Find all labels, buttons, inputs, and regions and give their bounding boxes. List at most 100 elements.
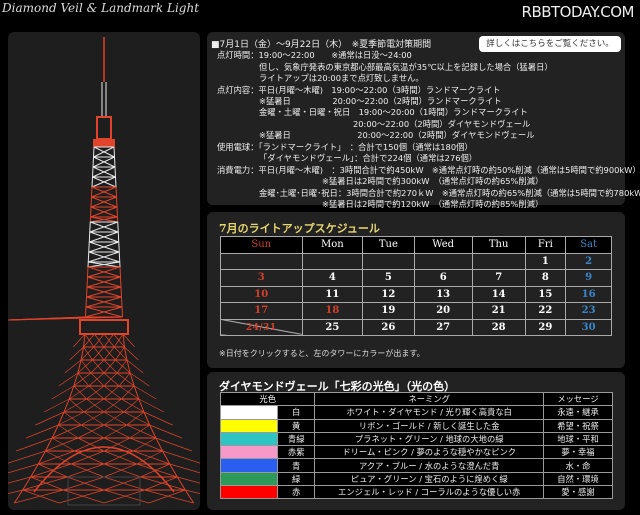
calendar-day[interactable]: 16 [565, 285, 612, 303]
tower-strut [58, 372, 79, 387]
calendar-day[interactable]: 8 [524, 269, 567, 287]
color-naming: エンジェル・レッド / コーラルのような優しい赤 [314, 485, 544, 500]
tower-strut [58, 424, 79, 439]
calendar-day-split-label[interactable]: 24/31 [246, 323, 277, 333]
tower-strut [51, 424, 82, 439]
tower-strut [91, 186, 93, 198]
tower-strut [148, 489, 186, 504]
tower-strut [63, 398, 87, 413]
calendar-day [471, 252, 526, 270]
tower-strut [115, 346, 125, 361]
tower-strut [51, 437, 75, 452]
calendar-day[interactable]: 5 [362, 269, 415, 287]
tower-strut [117, 221, 119, 233]
tower-arch [33, 446, 175, 493]
tower-strut [118, 241, 120, 253]
site-logo[interactable]: RBBTODAY.COM [522, 3, 635, 21]
calendar-day[interactable]: 25 [301, 318, 364, 336]
tower-strut [118, 372, 131, 387]
details-button[interactable]: 詳しくはこちらをご覧ください。 [479, 36, 621, 52]
tower-strut [89, 221, 91, 233]
tower-strut [45, 450, 72, 465]
calendar-day[interactable]: 29 [524, 318, 567, 336]
calendar-day[interactable]: 12 [362, 285, 415, 303]
tower-strut [73, 333, 86, 348]
calendar-day[interactable]: 7 [471, 269, 526, 287]
calendar-week: 24/31 25 26 27 28 29 30 [220, 318, 612, 336]
calendar-note: ※日付をクリックすると、左のタワーにカラーが出ます。 [219, 349, 425, 358]
tower-strut [114, 156, 116, 168]
calendar-day[interactable]: 20 [413, 302, 473, 320]
calendar-day[interactable]: 1 [524, 252, 567, 270]
tower-strut [69, 385, 90, 400]
calendar-day[interactable]: 27 [413, 318, 473, 336]
header-message: メッセージ [543, 391, 613, 407]
color-row: 赤紫 ドリーム・ピンク / 夢のような穏やかなピンク 夢・幸福 [220, 445, 613, 460]
tower-strut [90, 196, 92, 208]
calendar-day[interactable]: 4 [301, 269, 364, 287]
tower-main-deck [79, 319, 129, 335]
tower-strut [136, 450, 163, 465]
info-line: ※猛暑日は2時間で約120kW （通常点灯時の約85%削減） [322, 199, 544, 209]
tower-top-deck [93, 139, 115, 147]
calendar-day[interactable]: 11 [301, 285, 364, 303]
tower-strut [144, 476, 178, 491]
tower-strut [117, 231, 120, 243]
tower-strut [73, 372, 92, 387]
color-swatch [220, 458, 278, 473]
color-name: 青緑 [276, 431, 316, 447]
color-message: 地球・平和 [543, 431, 613, 447]
tower-strut [121, 306, 123, 318]
tower-strut [93, 146, 95, 158]
tower-strut [122, 333, 125, 348]
tower-strut [126, 411, 145, 426]
tower-strut [114, 166, 116, 178]
tower-strut [115, 176, 117, 188]
colors-panel: ダイヤモンドヴェール「七彩の光色」（光の色） 光色 ネーミング メッセージ 白ホワイ… [207, 372, 625, 510]
tower-strut [86, 276, 88, 288]
tower-strut [43, 398, 70, 413]
calendar-day[interactable]: 15 [524, 285, 567, 303]
calendar-day[interactable]: 19 [362, 302, 415, 320]
color-swatch [220, 405, 278, 420]
tower-strut [115, 359, 131, 374]
calendar-day[interactable]: 13 [413, 285, 473, 303]
tower-strut [92, 166, 94, 178]
info-line: ※猛暑日は2時間で約300kW （通常点灯時の約65%削減） [322, 176, 544, 186]
calendar-day[interactable]: 14 [471, 285, 526, 303]
calendar-day[interactable]: 30 [565, 318, 612, 336]
colors-table: 光色 ネーミング メッセージ 白ホワイト・ダイヤモンド / 光り輝く高貴な白 永遠・継… [219, 391, 613, 500]
calendar-day[interactable]: 26 [362, 318, 415, 336]
tower-strut [87, 266, 89, 278]
calendar-day[interactable]: 2 [565, 252, 612, 270]
calendar-day[interactable]: 23 [565, 302, 612, 320]
color-name: 緑 [276, 471, 316, 487]
tower-strut [123, 411, 150, 426]
tower-strut [83, 333, 86, 348]
color-swatch [220, 431, 278, 447]
calendar-table: Sun Mon Tue Wed Thu Fri Sat 1 2 3 4 5 6 7 8 9 10 11 12 13 14… [220, 236, 612, 336]
tower-strut [86, 286, 88, 298]
color-swatch [220, 418, 278, 433]
tower-strut [118, 385, 139, 400]
info-line: ライトアップは20:00まで点灯致しません。 [259, 73, 424, 83]
calendar-day[interactable]: 9 [565, 269, 612, 287]
calendar-day[interactable]: 18 [301, 302, 364, 320]
calendar-day[interactable]: 6 [413, 269, 473, 287]
color-row: 緑ピュア・グリーン / 宝石のように煌めく緑 自然・環境 [220, 471, 613, 487]
calendar-day [362, 252, 415, 270]
tower-strut [121, 296, 123, 308]
tower-strut [77, 372, 90, 387]
calendar-day[interactable]: 21 [471, 302, 526, 320]
color-row: 青緑 プラネット・グリーン / 地球の大地の緑 地球・平和 [220, 431, 613, 447]
calendar-day[interactable]: 10 [220, 285, 303, 303]
info-line: 「ダイヤモンドヴェール」：合計で224個（通常は276個） [259, 153, 478, 163]
calendar-day[interactable]: 17 [220, 302, 303, 320]
calendar-day[interactable]: 3 [220, 269, 303, 287]
calendar-day[interactable]: 28 [471, 318, 526, 336]
tower-strut [88, 241, 90, 253]
calendar-day-split[interactable]: 24/31 [220, 318, 303, 336]
tower-strut [22, 489, 60, 504]
tower-strut [121, 385, 135, 400]
calendar-day[interactable]: 22 [524, 302, 567, 320]
